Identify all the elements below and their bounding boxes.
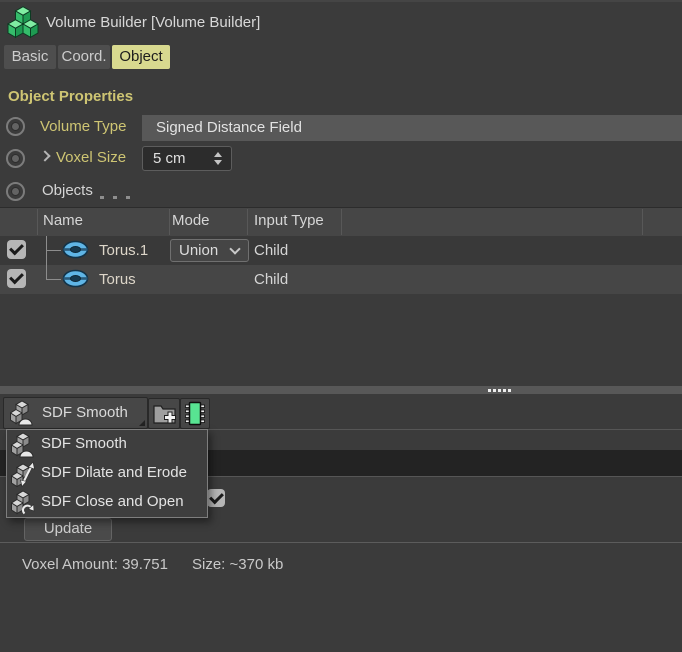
objects-label: Objects	[42, 182, 93, 199]
menu-item-label: SDF Dilate and Erode	[41, 464, 187, 481]
column-header-name[interactable]: Name	[43, 212, 83, 229]
add-filter-chip-button[interactable]	[180, 398, 210, 429]
column-divider[interactable]	[341, 209, 342, 235]
object-name[interactable]: Torus	[99, 271, 136, 288]
tree-line	[46, 236, 47, 280]
add-folder-button[interactable]	[148, 398, 180, 429]
torus-icon	[62, 269, 89, 288]
column-divider[interactable]	[37, 209, 38, 235]
sdf-operator-menu: SDF Smooth SDF Dilate and Erode SDF Clos…	[6, 429, 208, 518]
tab-basic[interactable]: Basic	[4, 45, 56, 69]
menu-item-sdf-smooth[interactable]: SDF Smooth	[7, 430, 207, 459]
volume-type-label: Volume Type	[40, 118, 127, 135]
section-title: Object Properties	[8, 88, 134, 105]
expander-arrow-icon[interactable]	[39, 150, 51, 162]
column-header-mode[interactable]: Mode	[172, 212, 210, 229]
size-status: Size: ~370 kb	[192, 556, 284, 573]
option-checkbox[interactable]	[207, 489, 225, 507]
mode-dropdown[interactable]: Union	[170, 239, 249, 262]
sdf-close-open-icon	[11, 490, 35, 515]
panel-splitter-handle[interactable]	[0, 386, 682, 394]
sdf-selected-label: SDF Smooth	[42, 404, 128, 421]
tree-line	[46, 250, 61, 251]
object-name[interactable]: Torus.1	[99, 242, 148, 259]
divider	[0, 542, 682, 543]
volume-type-dropdown[interactable]: Signed Distance Field	[142, 115, 682, 141]
tab-object[interactable]: Object	[112, 45, 170, 69]
sdf-smooth-icon	[10, 400, 33, 426]
tree-line	[46, 279, 61, 280]
column-divider[interactable]	[247, 209, 248, 235]
spinner-down-icon[interactable]	[214, 160, 222, 165]
row-torus1-enabled-checkbox[interactable]	[7, 240, 26, 259]
volume-builder-icon	[7, 6, 39, 39]
input-type-value: Child	[254, 271, 289, 288]
voxel-size-input[interactable]: 5 cm	[142, 146, 232, 171]
input-type-value: Child	[254, 242, 289, 259]
voxel-amount-status: Voxel Amount: 39.751	[22, 556, 168, 573]
sdf-operator-dropdown-button[interactable]: SDF Smooth	[3, 397, 148, 429]
column-header-input-type[interactable]: Input Type	[254, 212, 324, 229]
objects-ellipsis-dot	[100, 196, 104, 199]
update-button[interactable]: Update	[24, 518, 112, 541]
green-chip-icon	[185, 401, 205, 426]
menu-item-label: SDF Close and Open	[41, 493, 184, 510]
keyframe-dot-volume-type[interactable]	[6, 117, 25, 136]
volume-type-value: Signed Distance Field	[156, 119, 302, 136]
spinner-up-icon[interactable]	[214, 152, 222, 157]
menu-item-label: SDF Smooth	[41, 435, 127, 452]
column-divider[interactable]	[169, 209, 170, 235]
sdf-dilate-erode-icon	[11, 461, 35, 487]
torus-icon	[62, 240, 89, 259]
objects-ellipsis-dot	[126, 196, 130, 199]
attribute-manager-panel: Volume Builder [Volume Builder] Basic Co…	[0, 0, 682, 652]
voxel-size-label: Voxel Size	[56, 149, 127, 166]
objects-ellipsis-dot	[113, 196, 117, 199]
dropdown-corner-icon	[139, 420, 145, 426]
row-torus-enabled-checkbox[interactable]	[7, 269, 26, 288]
panel-title: Volume Builder [Volume Builder]	[46, 14, 261, 31]
folder-plus-icon	[153, 405, 176, 424]
keyframe-dot-objects[interactable]	[6, 182, 25, 201]
tab-coord[interactable]: Coord.	[58, 45, 110, 69]
keyframe-dot-voxel-size[interactable]	[6, 149, 25, 168]
column-divider[interactable]	[642, 209, 643, 235]
voxel-size-value: 5 cm	[153, 150, 186, 167]
menu-item-sdf-close-open[interactable]: SDF Close and Open	[7, 488, 207, 517]
sdf-smooth-icon	[11, 432, 34, 458]
menu-item-sdf-dilate-erode[interactable]: SDF Dilate and Erode	[7, 459, 207, 488]
panel-top-edge	[0, 0, 682, 2]
